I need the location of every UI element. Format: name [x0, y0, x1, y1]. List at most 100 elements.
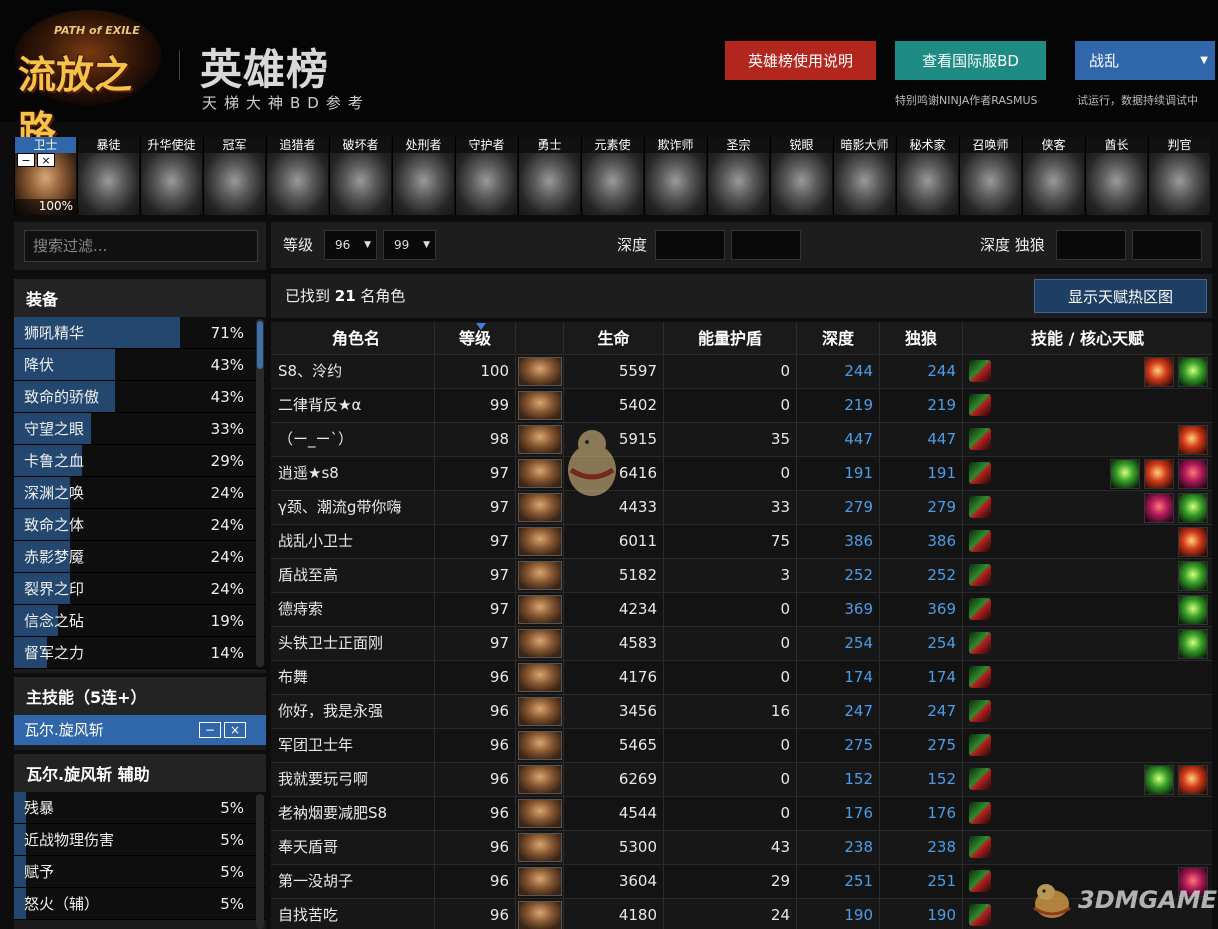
character-name[interactable]: 盾战至高: [271, 559, 435, 592]
table-row[interactable]: 布舞 96 4176 0 174 174: [271, 661, 1212, 695]
keystone-purple-icon[interactable]: [1144, 493, 1174, 523]
keystone-green-icon[interactable]: [1178, 493, 1208, 523]
gear-scrollbar[interactable]: [256, 319, 264, 667]
list-item[interactable]: 守望之眼 33%: [14, 413, 266, 445]
keystone-red-icon[interactable]: [1178, 425, 1208, 455]
depth-min-input[interactable]: [655, 230, 725, 260]
character-name[interactable]: （ー_ー`）: [271, 423, 435, 456]
depth-solo-min-input[interactable]: [1056, 230, 1126, 260]
skill-gem-icon[interactable]: [969, 530, 991, 552]
class-card[interactable]: 元素使: [581, 137, 643, 215]
talent-heatmap-button[interactable]: 显示天赋热区图: [1034, 279, 1207, 313]
col-header-depth[interactable]: 深度: [797, 322, 880, 354]
class-card[interactable]: 暴徒: [77, 137, 139, 215]
level-min-select[interactable]: 96 ▼: [324, 230, 377, 260]
list-item[interactable]: 致命的骄傲 43%: [14, 381, 266, 413]
depth-solo-max-input[interactable]: [1132, 230, 1202, 260]
level-max-select[interactable]: 99 ▼: [383, 230, 436, 260]
class-card[interactable]: 破坏者: [329, 137, 391, 215]
table-row[interactable]: （ー_ー`） 98 5915 35 447 447: [271, 423, 1212, 457]
league-select[interactable]: 战乱 ▼: [1075, 41, 1215, 80]
skill-gem-icon[interactable]: [969, 768, 991, 790]
list-item[interactable]: 赋予 5%: [14, 856, 266, 888]
skill-gem-icon[interactable]: [969, 496, 991, 518]
minus-icon[interactable]: −: [17, 153, 35, 167]
search-input[interactable]: [24, 230, 258, 262]
class-card[interactable]: 卫士 − × 100%: [14, 137, 76, 215]
table-row[interactable]: 盾战至高 97 5182 3 252 252: [271, 559, 1212, 593]
table-row[interactable]: S8、泠约 100 5597 0 244 244: [271, 355, 1212, 389]
class-card[interactable]: 侠客: [1022, 137, 1084, 215]
character-name[interactable]: 德痔索: [271, 593, 435, 626]
col-header-life[interactable]: 生命: [564, 322, 664, 354]
keystone-green-icon[interactable]: [1178, 561, 1208, 591]
class-card[interactable]: 酋长: [1085, 137, 1147, 215]
character-name[interactable]: 自找苦吃: [271, 899, 435, 929]
scrollbar-thumb[interactable]: [257, 321, 263, 369]
character-name[interactable]: 你好，我是永强: [271, 695, 435, 728]
table-row[interactable]: 老衲烟要减肥S8 96 4544 0 176 176: [271, 797, 1212, 831]
skill-gem-icon[interactable]: [969, 836, 991, 858]
table-row[interactable]: 军团卫士年 96 5465 0 275 275: [271, 729, 1212, 763]
skill-gem-icon[interactable]: [969, 666, 991, 688]
table-row[interactable]: 战乱小卫士 97 6011 75 386 386: [271, 525, 1212, 559]
skill-gem-icon[interactable]: [969, 462, 991, 484]
skill-gem-icon[interactable]: [969, 904, 991, 926]
skill-gem-icon[interactable]: [969, 394, 991, 416]
class-card[interactable]: 勇士: [518, 137, 580, 215]
list-item[interactable]: 信念之砧 19%: [14, 605, 266, 637]
class-card[interactable]: 圣宗: [707, 137, 769, 215]
character-name[interactable]: 逍遥★s8: [271, 457, 435, 490]
table-row[interactable]: 德痔索 97 4234 0 369 369: [271, 593, 1212, 627]
keystone-green-icon[interactable]: [1144, 765, 1174, 795]
keystone-red-icon[interactable]: [1144, 357, 1174, 387]
close-icon[interactable]: ×: [224, 722, 246, 738]
table-row[interactable]: γ颈、潮流g带你嗨 97 4433 33 279 279: [271, 491, 1212, 525]
skill-gem-icon[interactable]: [969, 428, 991, 450]
class-card[interactable]: 守护者: [455, 137, 517, 215]
skill-gem-icon[interactable]: [969, 802, 991, 824]
list-item[interactable]: 狮吼精华 71%: [14, 317, 266, 349]
list-item[interactable]: 赤影梦魇 24%: [14, 541, 266, 573]
keystone-purple-icon[interactable]: [1178, 459, 1208, 489]
character-name[interactable]: 奉天盾哥: [271, 831, 435, 864]
list-item[interactable]: 裂界之印 24%: [14, 573, 266, 605]
table-row[interactable]: 逍遥★s8 97 6416 0 191 191: [271, 457, 1212, 491]
keystone-green-icon[interactable]: [1178, 595, 1208, 625]
list-item[interactable]: 近战物理伤害 5%: [14, 824, 266, 856]
list-item[interactable]: 督军之力 14%: [14, 637, 266, 669]
class-card[interactable]: 秘术家: [896, 137, 958, 215]
character-name[interactable]: 老衲烟要减肥S8: [271, 797, 435, 830]
main-skill-selected[interactable]: 瓦尔.旋风斩 − ×: [14, 715, 266, 745]
character-name[interactable]: 布舞: [271, 661, 435, 694]
skill-gem-icon[interactable]: [969, 360, 991, 382]
class-card[interactable]: 追猎者: [266, 137, 328, 215]
support-scrollbar[interactable]: [256, 794, 264, 929]
keystone-red-icon[interactable]: [1144, 459, 1174, 489]
col-header-solo[interactable]: 独狼: [880, 322, 963, 354]
character-name[interactable]: γ颈、潮流g带你嗨: [271, 491, 435, 524]
depth-max-input[interactable]: [731, 230, 801, 260]
table-row[interactable]: 头铁卫士正面刚 97 4583 0 254 254: [271, 627, 1212, 661]
international-bd-button[interactable]: 查看国际服BD: [895, 41, 1046, 80]
close-icon[interactable]: ×: [37, 153, 55, 167]
class-card[interactable]: 锐眼: [770, 137, 832, 215]
class-card[interactable]: 处刑者: [392, 137, 454, 215]
skill-gem-icon[interactable]: [969, 632, 991, 654]
keystone-red-icon[interactable]: [1178, 527, 1208, 557]
skill-gem-icon[interactable]: [969, 870, 991, 892]
col-header-energy-shield[interactable]: 能量护盾: [664, 322, 797, 354]
class-card[interactable]: 冠军: [203, 137, 265, 215]
keystone-red-icon[interactable]: [1178, 765, 1208, 795]
character-name[interactable]: 二律背反★α: [271, 389, 435, 422]
skill-gem-icon[interactable]: [969, 598, 991, 620]
minus-icon[interactable]: −: [199, 722, 221, 738]
class-card[interactable]: 判官: [1148, 137, 1210, 215]
list-item[interactable]: 怒火（辅） 5%: [14, 888, 266, 920]
table-row[interactable]: 你好，我是永强 96 3456 16 247 247: [271, 695, 1212, 729]
character-name[interactable]: 我就要玩弓啊: [271, 763, 435, 796]
class-card[interactable]: 召唤师: [959, 137, 1021, 215]
list-item[interactable]: 卡鲁之血 29%: [14, 445, 266, 477]
guide-button[interactable]: 英雄榜使用说明: [725, 41, 876, 80]
skill-gem-icon[interactable]: [969, 564, 991, 586]
